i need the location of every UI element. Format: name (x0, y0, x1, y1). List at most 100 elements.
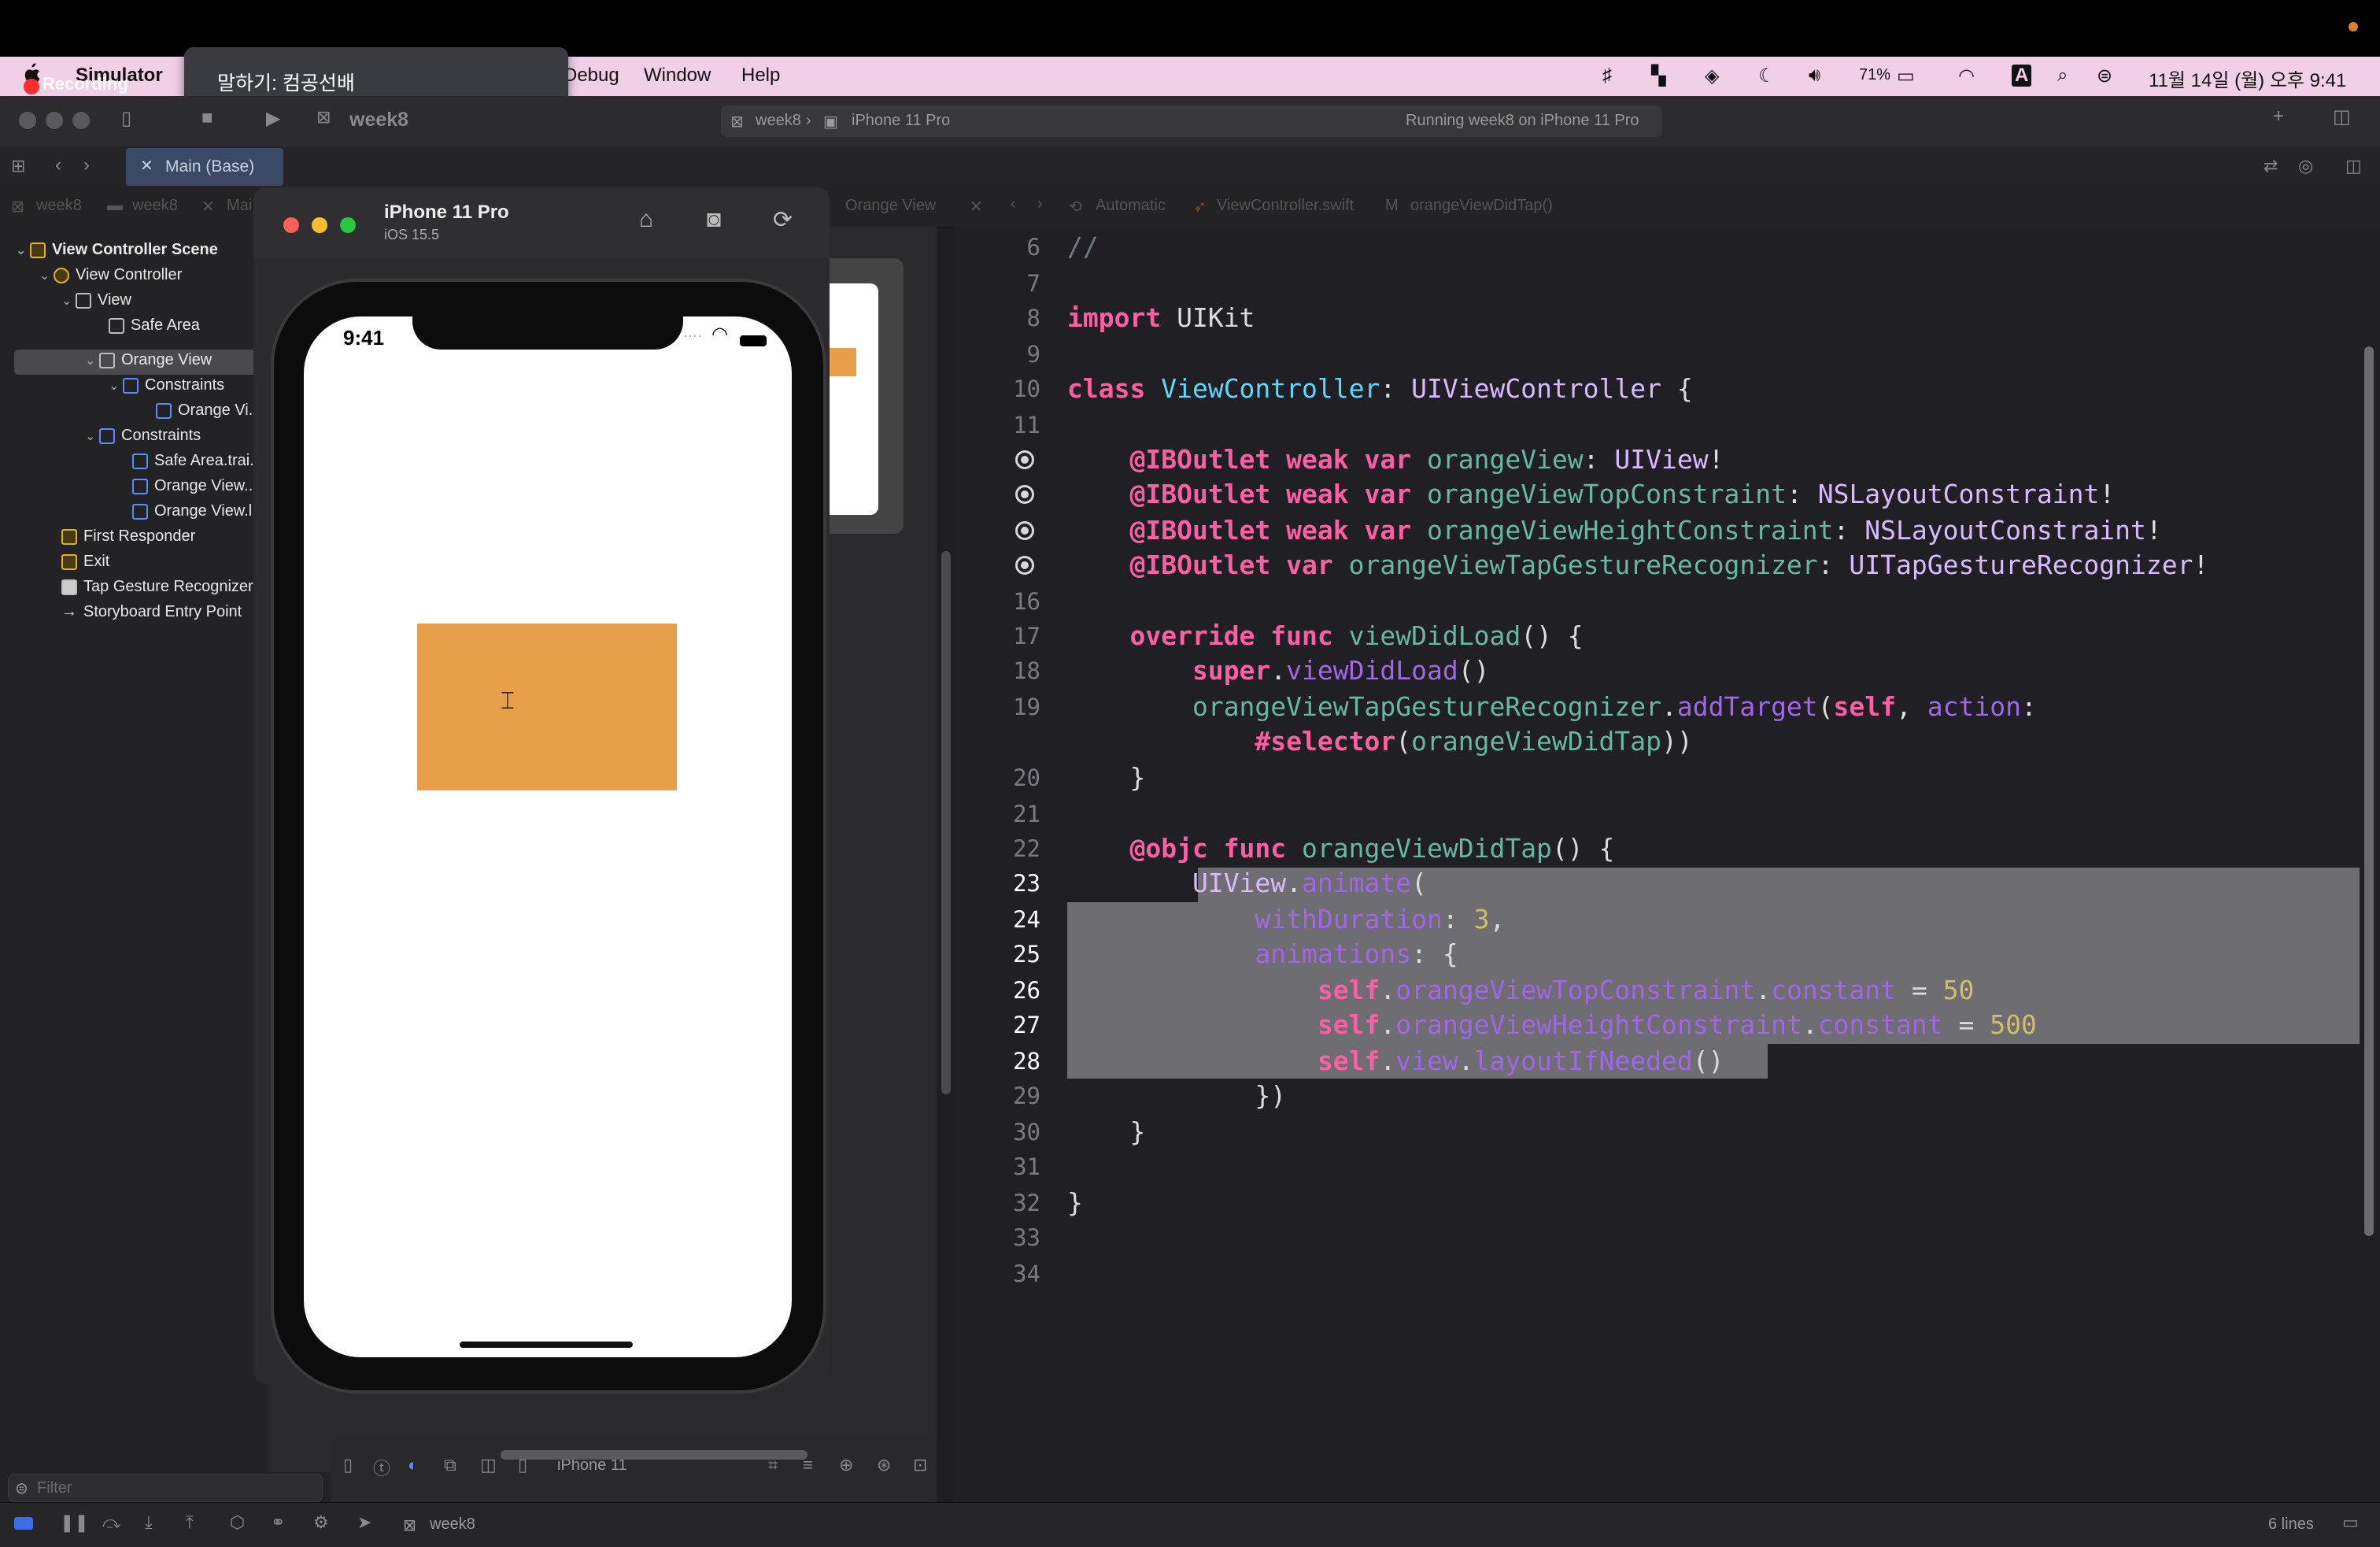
grid-icon[interactable]: ⊞ (11, 156, 25, 176)
memory-graph-icon[interactable]: ⚭ (271, 1512, 285, 1533)
inspector-toggle-icon[interactable]: ◫ (2333, 105, 2351, 128)
spotlight-search-icon[interactable]: ⌕ (2057, 65, 2068, 87)
forward-icon[interactable]: › (83, 154, 90, 176)
window-close-button[interactable] (19, 112, 36, 129)
code-line-14[interactable]: @IBOutlet weak var orangeViewHeightConst… (1067, 513, 2161, 548)
rotate-icon[interactable]: ⟳ (773, 206, 793, 234)
line-number[interactable]: 23 (982, 866, 1040, 901)
chevron-down-icon[interactable]: ⌄ (85, 353, 99, 368)
outline-row-constraint-2[interactable]: Orange View... (132, 477, 257, 502)
sim-close-button[interactable] (283, 217, 299, 233)
target-project[interactable]: week8 (756, 112, 801, 130)
assistant-icon[interactable]: ◎ (2298, 156, 2313, 176)
code-line-6[interactable]: // (1067, 230, 1099, 265)
embed-icon[interactable]: ⊡ (913, 1455, 927, 1475)
code-line-10[interactable]: class ViewController: UIViewController { (1067, 372, 1693, 406)
outline-row-tap-gesture[interactable]: Tap Gesture Recognizer (61, 578, 253, 603)
related-items-icon[interactable]: ⇄ (2264, 156, 2278, 176)
code-line-13[interactable]: @IBOutlet weak var orangeViewTopConstrai… (1067, 477, 2115, 512)
code-line-19b[interactable]: #selector(orangeViewDidTap)) (1067, 724, 1692, 759)
outline-filter-field[interactable]: ⊜ Filter (8, 1474, 323, 1502)
add-icon[interactable]: + (2273, 105, 2284, 128)
line-number[interactable]: 29 (982, 1079, 1040, 1113)
outlet-connected-icon[interactable] (1015, 450, 1034, 469)
chevron-down-icon[interactable]: ⌄ (16, 242, 30, 258)
run-icon[interactable]: ▶ (266, 107, 280, 130)
jump-crumb-project[interactable]: week8 (36, 197, 82, 215)
outline-row-view-controller[interactable]: ⌄ View Controller (39, 266, 182, 291)
back-icon[interactable]: ‹ (1011, 195, 1016, 213)
wifi-icon[interactable]: ◠ (1958, 65, 1975, 87)
environment-icon[interactable]: ⚙ (313, 1512, 329, 1533)
line-number[interactable]: 26 (982, 973, 1040, 1008)
line-number[interactable]: 10 (982, 372, 1040, 406)
outline-row-safe-area[interactable]: Safe Area (109, 316, 200, 342)
jump-automatic[interactable]: Automatic (1096, 197, 1166, 215)
orientation-icon[interactable]: ⧉ (444, 1455, 456, 1475)
line-number[interactable] (982, 724, 1040, 759)
line-number[interactable]: 8 (982, 301, 1040, 335)
input-source-icon[interactable]: ♯ (1602, 65, 1612, 87)
code-line-23[interactable]: UIView.animate( (1067, 866, 1427, 901)
tab-main-storyboard[interactable]: ✕ Main (Base) (126, 148, 283, 186)
keyboard-input-icon[interactable]: A (2012, 65, 2032, 87)
code-line-25[interactable]: animations: { (1067, 937, 1458, 972)
line-number[interactable]: 16 (982, 584, 1040, 619)
window-minimize-button[interactable] (46, 112, 63, 129)
code-line-28[interactable]: self.view.layoutIfNeeded() (1067, 1044, 1724, 1079)
jump-crumb-folder[interactable]: week8 (132, 197, 178, 215)
chevron-down-icon[interactable]: ⌄ (85, 428, 99, 444)
menu-debug[interactable]: Debug (564, 65, 619, 87)
scheme-name[interactable]: week8 (349, 109, 408, 131)
iphone-screen[interactable] (304, 316, 792, 1357)
dark-mode-icon[interactable]: ◐ (408, 1455, 418, 1475)
outline-toggle-icon[interactable]: ▯ (343, 1455, 353, 1475)
add-constraints-icon[interactable]: ⊕ (839, 1455, 853, 1475)
step-over-icon[interactable]: ⤼ (102, 1512, 121, 1533)
dropbox-icon[interactable]: ◈ (1705, 65, 1719, 87)
outline-row-constraint-1[interactable]: Safe Area.trai... (132, 452, 263, 477)
menu-window[interactable]: Window (644, 65, 711, 87)
code-line-20[interactable]: } (1067, 761, 1145, 795)
code-line-32[interactable]: } (1067, 1186, 1083, 1220)
line-number[interactable]: 11 (982, 408, 1040, 442)
line-number[interactable]: 32 (982, 1186, 1040, 1220)
control-center-icon[interactable]: ⊜ (2097, 65, 2112, 87)
code-line-8[interactable]: import UIKit (1067, 301, 1255, 335)
code-line-26[interactable]: self.orangeViewTopConstraint.constant = … (1067, 973, 1975, 1008)
home-indicator[interactable] (460, 1342, 633, 1348)
line-number[interactable]: 30 (982, 1115, 1040, 1149)
console-toggle-icon[interactable]: ▭ (2342, 1512, 2359, 1533)
menu-help[interactable]: Help (741, 65, 780, 87)
line-number[interactable]: 17 (982, 619, 1040, 653)
forward-icon[interactable]: › (1037, 195, 1043, 213)
pause-icon[interactable]: ❚❚ (60, 1512, 89, 1533)
code-line-27[interactable]: self.orangeViewHeightConstraint.constant… (1067, 1008, 2037, 1042)
jump-method[interactable]: orangeViewDidTap() (1410, 197, 1553, 215)
close-icon[interactable]: ✕ (201, 197, 215, 217)
line-number[interactable]: 9 (982, 337, 1040, 372)
chevron-down-icon[interactable]: ⌄ (61, 293, 76, 309)
code-line-17[interactable]: override func viewDidLoad() { (1067, 619, 1583, 653)
outline-row-exit[interactable]: Exit (61, 553, 109, 578)
close-icon[interactable]: ✕ (970, 197, 983, 217)
debug-area-toggle-icon[interactable] (14, 1517, 33, 1530)
line-number[interactable]: 33 (982, 1220, 1040, 1255)
line-number[interactable]: 28 (982, 1044, 1040, 1079)
step-into-icon[interactable]: ⤓ (145, 1512, 153, 1533)
outline-row-view[interactable]: ⌄ View (61, 291, 131, 316)
sim-minimize-button[interactable] (312, 217, 327, 233)
code-line-18[interactable]: super.viewDidLoad() (1067, 653, 1490, 688)
line-number[interactable]: 6 (982, 230, 1040, 265)
line-number[interactable]: 20 (982, 761, 1040, 795)
outline-row-constraints-inner[interactable]: ⌄ Constraints (109, 376, 224, 402)
appearance-icon[interactable]: ⓣ (373, 1455, 390, 1480)
menubar-datetime[interactable]: 11월 14일 (월) 오후 9:41 (2149, 65, 2346, 92)
code-line-12[interactable]: @IBOutlet weak var orangeView: UIView! (1067, 442, 1724, 477)
code-line-22[interactable]: @objc func orangeViewDidTap() { (1067, 831, 1614, 866)
location-icon[interactable]: ➤ (357, 1512, 371, 1533)
close-icon[interactable]: ✕ (140, 156, 153, 176)
orange-view[interactable] (417, 624, 677, 790)
outline-row-constraint-3[interactable]: Orange View.l... (132, 502, 265, 527)
resolve-issues-icon[interactable]: ⊛ (877, 1455, 891, 1475)
